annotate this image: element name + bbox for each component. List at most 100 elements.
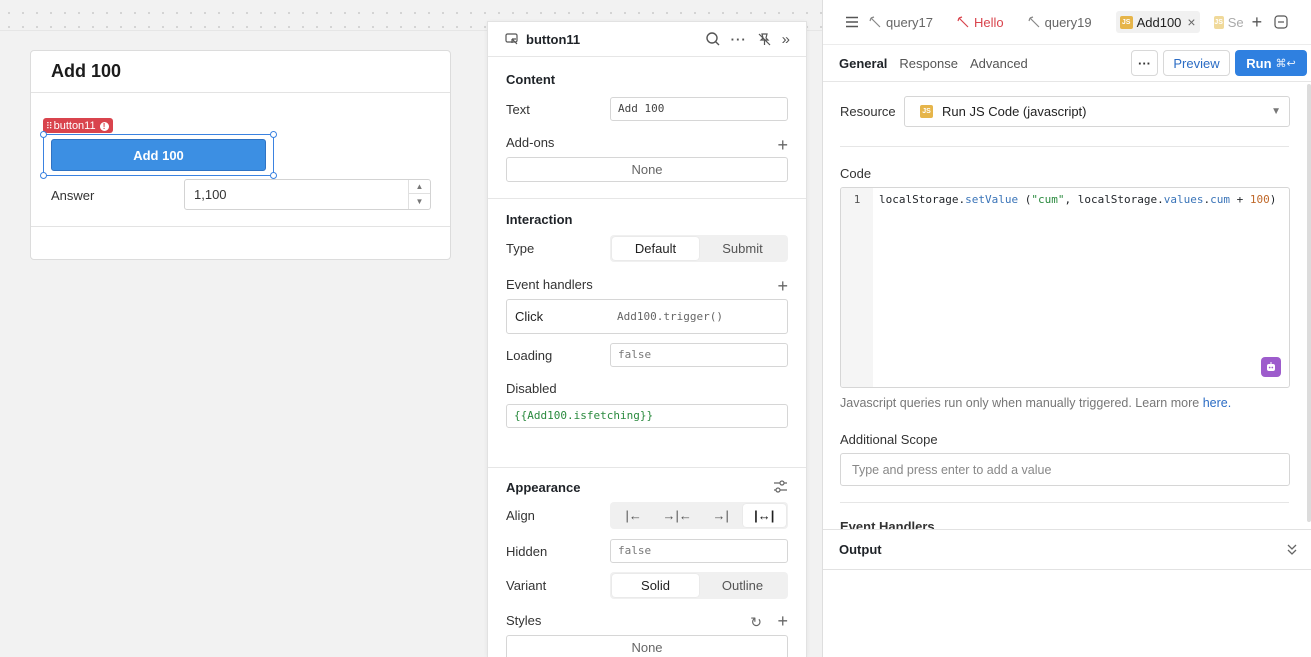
container-footer — [31, 226, 450, 227]
styles-label: Styles — [506, 613, 542, 628]
code-label: Code — [840, 166, 872, 181]
text-field[interactable]: Add 100 — [610, 97, 788, 121]
hidden-field[interactable]: false — [610, 539, 788, 563]
drag-handle-icon[interactable]: ⠿ — [46, 121, 53, 132]
warning-icon: ! — [99, 121, 109, 131]
menu-icon[interactable] — [845, 16, 859, 28]
event-handlers-heading: Event Handlers — [840, 519, 935, 529]
code-editor[interactable]: 1 localStorage.setValue ("cum", localSto… — [840, 187, 1290, 388]
tab-add100[interactable]: JS Add100 × — [1115, 11, 1200, 33]
add-style-icon[interactable]: + — [777, 612, 788, 630]
divider — [840, 502, 1289, 503]
chevron-down-icon[interactable]: ▼ — [409, 194, 430, 208]
answer-number-input[interactable]: 1,100 ▲ ▼ — [184, 179, 431, 210]
type-segmented-control[interactable]: Default Submit — [610, 235, 788, 262]
content-section: Content Text Add 100 Add-ons + None — [488, 57, 806, 199]
selection-badge[interactable]: ⠿ button11 ! — [43, 118, 113, 133]
resize-handle[interactable] — [270, 172, 277, 179]
resource-select[interactable]: JS Run JS Code (javascript) ▼ — [904, 96, 1290, 127]
tab-query19[interactable]: query19 — [1028, 15, 1092, 30]
disabled-field[interactable]: {{Add100.isfetching}} — [506, 404, 788, 428]
type-option-default[interactable]: Default — [612, 237, 699, 260]
event-name: Click — [515, 309, 544, 324]
close-icon[interactable]: × — [1187, 14, 1195, 30]
unpin-icon[interactable] — [757, 32, 772, 47]
minimize-icon[interactable] — [1274, 15, 1288, 29]
preview-button[interactable]: Preview — [1163, 50, 1230, 76]
run-button[interactable]: Run ⌘↩ — [1235, 50, 1307, 76]
helper-text: Javascript queries run only when manuall… — [840, 396, 1232, 410]
content-heading: Content — [506, 72, 556, 87]
text-label: Text — [506, 101, 530, 117]
container-component[interactable]: Add 100 ⠿ button11 ! Add 100 Answer 1,10… — [30, 50, 451, 260]
query-tabs: query17 Hello query19 JS Add100 × JS Se … — [823, 0, 1311, 45]
add-tab-icon[interactable]: + — [1252, 12, 1263, 33]
inspector-title[interactable]: button11 — [526, 32, 705, 47]
resize-handle[interactable] — [40, 172, 47, 179]
chevron-down-icon: ▼ — [1271, 106, 1281, 117]
query-error-icon — [957, 15, 970, 29]
tab-advanced[interactable]: Advanced — [970, 56, 1028, 71]
variant-segmented-control[interactable]: Solid Outline — [610, 572, 788, 599]
interaction-heading: Interaction — [506, 212, 573, 227]
add-100-button[interactable]: Add 100 — [51, 139, 266, 171]
tab-label: Se — [1227, 14, 1244, 30]
inspector-header: button11 ··· » — [488, 22, 806, 57]
chevron-up-icon[interactable]: ▲ — [409, 180, 430, 194]
more-options-icon[interactable]: ··· — [731, 32, 747, 47]
collapse-panel-icon[interactable]: » — [782, 31, 790, 48]
more-actions-button[interactable]: ··· — [1131, 50, 1158, 76]
resize-handle[interactable] — [270, 131, 277, 138]
output-panel-header[interactable]: Output — [823, 529, 1311, 570]
type-label: Type — [506, 241, 535, 256]
interaction-section: Interaction Type Default Submit Event ha… — [488, 199, 806, 468]
disabled-label: Disabled — [506, 381, 557, 396]
styles-none[interactable]: None — [506, 635, 788, 657]
align-label: Align — [506, 508, 535, 523]
js-icon: JS — [920, 105, 933, 118]
query-editor-panel: query17 Hello query19 JS Add100 × JS Se … — [822, 0, 1311, 657]
variant-option-outline[interactable]: Outline — [699, 574, 786, 597]
code-line[interactable]: localStorage.setValue ("cum", localStora… — [879, 193, 1276, 206]
tab-general[interactable]: General — [839, 56, 887, 71]
js-icon: JS — [1213, 15, 1224, 29]
add-addon-icon[interactable]: + — [777, 136, 788, 154]
scrollbar[interactable] — [1307, 84, 1311, 522]
settings-sliders-icon[interactable] — [773, 480, 788, 493]
search-icon[interactable] — [705, 31, 721, 47]
ai-assist-icon[interactable] — [1261, 357, 1281, 377]
tab-label: query17 — [886, 14, 933, 30]
number-stepper[interactable]: ▲ ▼ — [408, 180, 430, 209]
answer-value: 1,100 — [194, 187, 227, 202]
tab-hello[interactable]: Hello — [957, 15, 1004, 30]
addons-label: Add-ons — [506, 135, 555, 150]
resize-handle[interactable] — [40, 131, 47, 138]
js-icon: JS — [1119, 15, 1133, 29]
appearance-heading: Appearance — [506, 480, 581, 495]
resource-value: Run JS Code (javascript) — [942, 104, 1087, 119]
variant-option-solid[interactable]: Solid — [612, 574, 699, 597]
event-handler-row[interactable]: Click Add100.trigger() — [506, 299, 788, 334]
learn-more-link[interactable]: here. — [1203, 396, 1232, 410]
appearance-section: Appearance Align |← →|← →| |↔| Hidden fa… — [488, 468, 806, 657]
addons-none[interactable]: None — [506, 157, 788, 182]
tab-query17[interactable]: query17 — [869, 15, 933, 30]
variant-label: Variant — [506, 578, 547, 593]
tab-truncated[interactable]: JS Se — [1213, 14, 1244, 30]
type-option-submit[interactable]: Submit — [699, 237, 786, 260]
tab-response[interactable]: Response — [899, 56, 958, 71]
button-component-icon — [505, 32, 519, 46]
align-center-icon[interactable]: →|← — [656, 504, 700, 527]
run-shortcut: ⌘↩ — [1275, 57, 1296, 70]
align-segmented-control[interactable]: |← →|← →| |↔| — [610, 502, 788, 529]
align-right-icon[interactable]: →| — [699, 504, 743, 527]
expand-chevron-icon[interactable] — [1287, 544, 1297, 555]
align-stretch-icon[interactable]: |↔| — [742, 504, 786, 527]
align-left-icon[interactable]: |← — [612, 504, 656, 527]
reset-icon[interactable]: ↻ — [750, 614, 762, 631]
query-icon — [869, 15, 882, 29]
run-label: Run — [1246, 55, 1272, 71]
add-event-handler-icon[interactable]: + — [777, 277, 788, 295]
additional-scope-input[interactable]: Type and press enter to add a value — [840, 453, 1290, 486]
loading-field[interactable]: false — [610, 343, 788, 367]
